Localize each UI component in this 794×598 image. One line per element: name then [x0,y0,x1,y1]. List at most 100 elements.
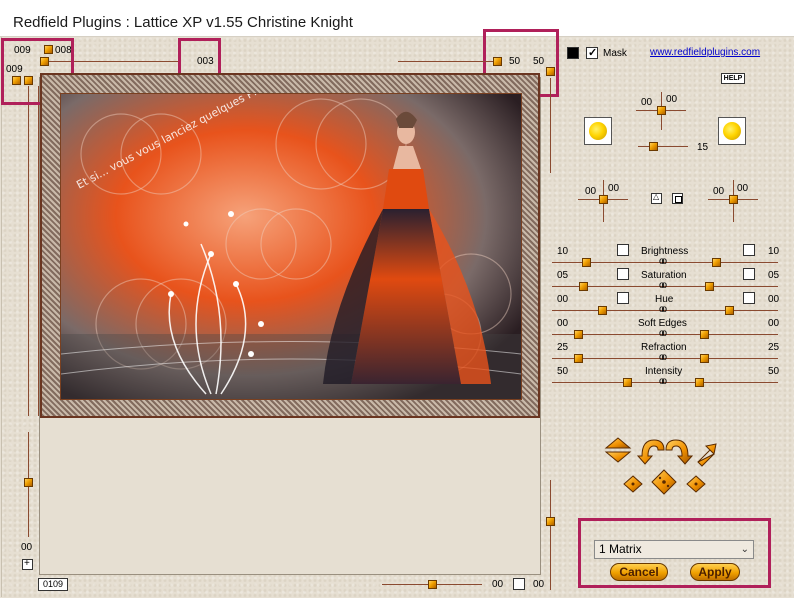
vertical-slider-knob-right-lower[interactable] [546,517,555,526]
brightness-left-checkbox[interactable] [617,244,629,256]
triangle-button[interactable]: △ [651,192,662,204]
refraction-left-value: 25 [557,342,569,353]
bottom-checkbox[interactable] [513,578,525,590]
preset-select[interactable]: 1 Matrix ⌄ [594,540,754,559]
mask-checkbox[interactable]: ✓ [586,47,598,59]
vertical-slider-track-left[interactable] [28,86,29,416]
soft-edges-track[interactable] [552,334,778,335]
offset-left-a: 00 [585,186,597,197]
apply-button[interactable]: Apply [690,563,740,581]
expand-arrow-icon[interactable] [697,443,717,467]
refraction-track[interactable] [552,358,778,359]
intensity-left-value: 50 [557,366,569,377]
brightness-knob-left[interactable] [582,258,591,267]
brightness-knob-right[interactable] [712,258,721,267]
soft-edges-knob-right[interactable] [700,330,709,339]
saturation-right-value: 05 [768,270,780,281]
zoom-value: 00 [21,542,33,553]
title-bar: Redfield Plugins : Lattice XP v1.55 Chri… [0,0,794,37]
highlight-box-offset [178,38,221,77]
brightness-left-value: 10 [557,246,569,257]
bottom-value-b: 00 [533,579,545,590]
artwork-preview: Et si... vous vous lanciez quelques PICO… [40,73,540,418]
mask-label: Mask [603,48,627,59]
offset-right-knob[interactable] [729,195,738,204]
soft-edges-left-value: 00 [557,318,569,329]
rotate-right-icon[interactable] [665,439,694,465]
slider-knob-top-right[interactable] [493,57,502,66]
rotate-left-icon[interactable] [636,439,665,465]
intensity-track[interactable] [552,382,778,383]
offset-right-b: 00 [737,183,749,194]
vertical-slider-track-right-lower[interactable] [550,480,551,590]
bottom-value-a: 00 [492,579,504,590]
intensity-knob-left[interactable] [623,378,632,387]
transform-controls [604,437,717,495]
light-direction-knob[interactable] [657,106,666,115]
light-color-right[interactable] [718,117,746,145]
link-icon[interactable]: oo [659,352,667,363]
saturation-left-value: 05 [557,270,569,281]
offset-left-knob[interactable] [599,195,608,204]
hue-knob-left[interactable] [598,306,607,315]
brightness-label: Brightness [641,246,689,257]
link-icon[interactable]: oo [659,256,667,267]
hue-right-value: 00 [768,294,780,305]
soft-edges-right-value: 00 [768,318,780,329]
value-top-right-a: 50 [509,56,521,67]
check-icon: ✓ [588,47,598,59]
dice-small-right-icon[interactable] [686,475,706,493]
bottom-slider-knob[interactable] [428,580,437,589]
square-button[interactable] [672,193,683,204]
dice-large-icon[interactable] [651,469,677,495]
link-icon[interactable]: oo [659,376,667,387]
hue-right-checkbox[interactable] [743,292,755,304]
saturation-knob-right[interactable] [705,282,714,291]
help-button[interactable]: HELP [721,73,745,84]
soft-edges-knob-left[interactable] [574,330,583,339]
website-link[interactable]: www.redfieldplugins.com [650,47,760,58]
vertical-slider-track-right[interactable] [550,78,551,173]
flip-vertical-icon[interactable] [604,437,632,463]
window-title: Redfield Plugins : Lattice XP v1.55 Chri… [13,14,353,31]
light-bulb-icon [723,122,741,140]
slider-track-top-right[interactable] [398,61,498,62]
artwork-image: Et si... vous vous lanciez quelques PICO… [60,93,522,400]
dice-small-left-icon[interactable] [623,475,643,493]
light-value-b: 00 [666,94,678,105]
cancel-button[interactable]: Cancel [610,563,668,581]
saturation-right-checkbox[interactable] [743,268,755,280]
zoom-knob[interactable] [24,478,33,487]
light-value-a: 00 [641,97,653,108]
brightness-right-value: 10 [768,246,780,257]
light-slider-track[interactable] [638,146,688,147]
brightness-right-checkbox[interactable] [743,244,755,256]
intensity-right-value: 50 [768,366,780,377]
plus-icon: + [24,558,30,569]
slider-knob-vertical-right[interactable] [546,67,555,76]
intensity-knob-right[interactable] [695,378,704,387]
value-top-right-b: 50 [533,56,545,67]
light-color-left[interactable] [584,117,612,145]
zoom-box[interactable]: 0109 [38,578,68,591]
link-icon[interactable]: oo [659,304,667,315]
preset-selected-value: 1 Matrix [599,542,642,556]
saturation-left-checkbox[interactable] [617,268,629,280]
light-slider-knob[interactable] [649,142,658,151]
refraction-right-value: 25 [768,342,780,353]
link-icon[interactable]: oo [659,328,667,339]
hue-track[interactable] [552,310,778,311]
link-icon[interactable]: oo [659,280,667,291]
offset-right-a: 00 [713,186,725,197]
saturation-knob-left[interactable] [579,282,588,291]
offset-left-b: 00 [608,183,620,194]
hue-left-checkbox[interactable] [617,292,629,304]
refraction-knob-left[interactable] [574,354,583,363]
mask-color-swatch[interactable] [567,47,579,59]
add-button[interactable]: + [22,558,33,570]
vertical-slider-track-left2[interactable] [38,86,39,416]
refraction-knob-right[interactable] [700,354,709,363]
triangle-icon: △ [653,192,660,201]
hue-label: Hue [655,294,674,305]
hue-knob-right[interactable] [725,306,734,315]
